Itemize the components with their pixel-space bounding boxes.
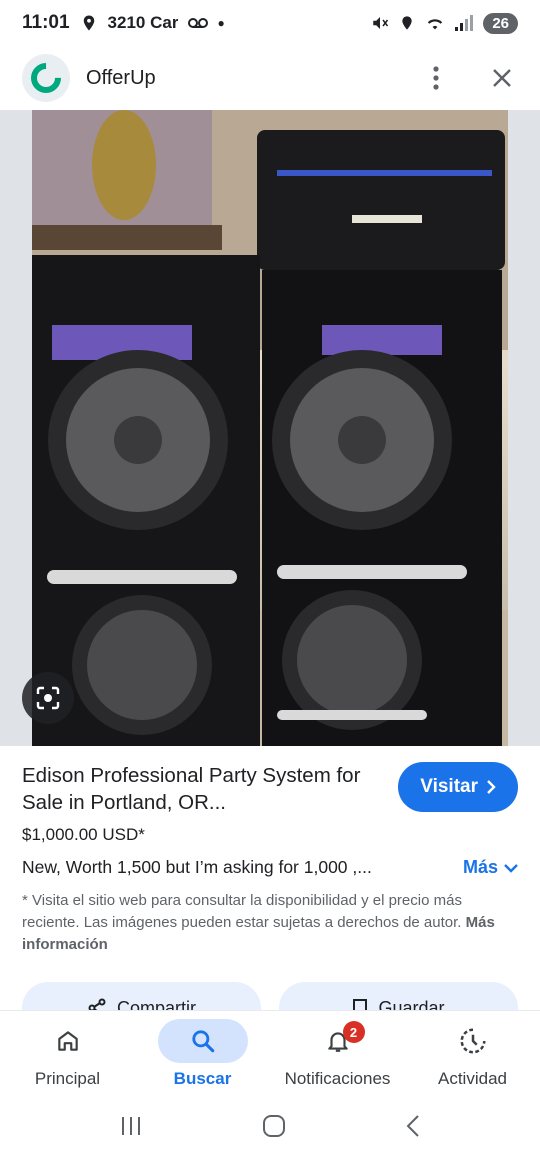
location-icon bbox=[402, 16, 412, 30]
chevron-down-icon bbox=[504, 863, 518, 873]
nav-label-notificaciones: Notificaciones bbox=[284, 1069, 391, 1088]
status-carrier: 3210 Car bbox=[107, 13, 178, 32]
recents-icon bbox=[122, 1116, 141, 1135]
nav-item-principal[interactable]: Principal bbox=[0, 1011, 135, 1098]
offerup-logo bbox=[22, 54, 70, 102]
signal-icon bbox=[455, 15, 474, 31]
more-label: Más bbox=[462, 857, 498, 877]
more-options-button[interactable] bbox=[420, 62, 452, 94]
recents-button[interactable] bbox=[119, 1115, 143, 1142]
nav-label-principal: Principal bbox=[34, 1069, 101, 1088]
product-image bbox=[32, 110, 508, 746]
product-image-area bbox=[0, 110, 540, 746]
listing-price: $1,000.00 USD* bbox=[22, 825, 145, 844]
listing-details: Edison Professional Party System for Sal… bbox=[0, 746, 540, 956]
wifi-icon bbox=[428, 19, 443, 30]
lens-icon bbox=[36, 686, 60, 710]
nav-item-notificaciones[interactable]: 2 Notificaciones bbox=[270, 1011, 405, 1098]
activity-icon bbox=[460, 1028, 485, 1054]
back-button[interactable] bbox=[405, 1114, 421, 1143]
nav-item-actividad[interactable]: Actividad bbox=[405, 1011, 540, 1098]
nav-item-buscar[interactable]: Buscar bbox=[135, 1011, 270, 1098]
visit-button-label: Visitar bbox=[420, 776, 478, 797]
listing-title[interactable]: Edison Professional Party System for Sal… bbox=[22, 762, 372, 816]
close-icon bbox=[493, 69, 511, 87]
lens-search-button[interactable] bbox=[22, 672, 74, 724]
dot-icon: ● bbox=[217, 16, 225, 30]
nav-label-buscar: Buscar bbox=[173, 1069, 232, 1088]
more-vert-icon bbox=[433, 66, 439, 90]
app-header: OfferUp bbox=[0, 46, 540, 110]
search-icon bbox=[191, 1030, 214, 1053]
notification-badge: 2 bbox=[342, 1021, 365, 1043]
visit-button[interactable]: Visitar bbox=[398, 762, 518, 812]
back-icon bbox=[406, 1114, 419, 1137]
system-nav-bar bbox=[0, 1098, 540, 1158]
location-pin-icon bbox=[83, 15, 94, 31]
bottom-nav: Principal Buscar 2 Notificaciones Activi… bbox=[0, 1010, 540, 1098]
disclaimer-text: * Visita el sitio web para consultar la … bbox=[22, 892, 462, 931]
home-button[interactable] bbox=[262, 1114, 286, 1143]
nav-label-actividad: Actividad bbox=[438, 1069, 507, 1088]
close-button[interactable] bbox=[486, 62, 518, 94]
more-button[interactable]: Más bbox=[463, 857, 518, 878]
disclaimer: * Visita el sitio web para consultar la … bbox=[22, 890, 518, 956]
mute-icon bbox=[373, 17, 389, 29]
status-time: 11:01 bbox=[22, 12, 70, 33]
listing-description: New, Worth 1,500 but I’m asking for 1,00… bbox=[22, 857, 372, 877]
home-circle-icon bbox=[262, 1114, 285, 1137]
voicemail-icon bbox=[187, 18, 208, 28]
battery-indicator: 26 bbox=[483, 12, 518, 34]
app-title: OfferUp bbox=[86, 66, 156, 89]
status-bar: 11:01 3210 Car ● 26 bbox=[0, 0, 540, 46]
home-icon bbox=[57, 1031, 78, 1051]
chevron-right-icon bbox=[487, 780, 496, 794]
